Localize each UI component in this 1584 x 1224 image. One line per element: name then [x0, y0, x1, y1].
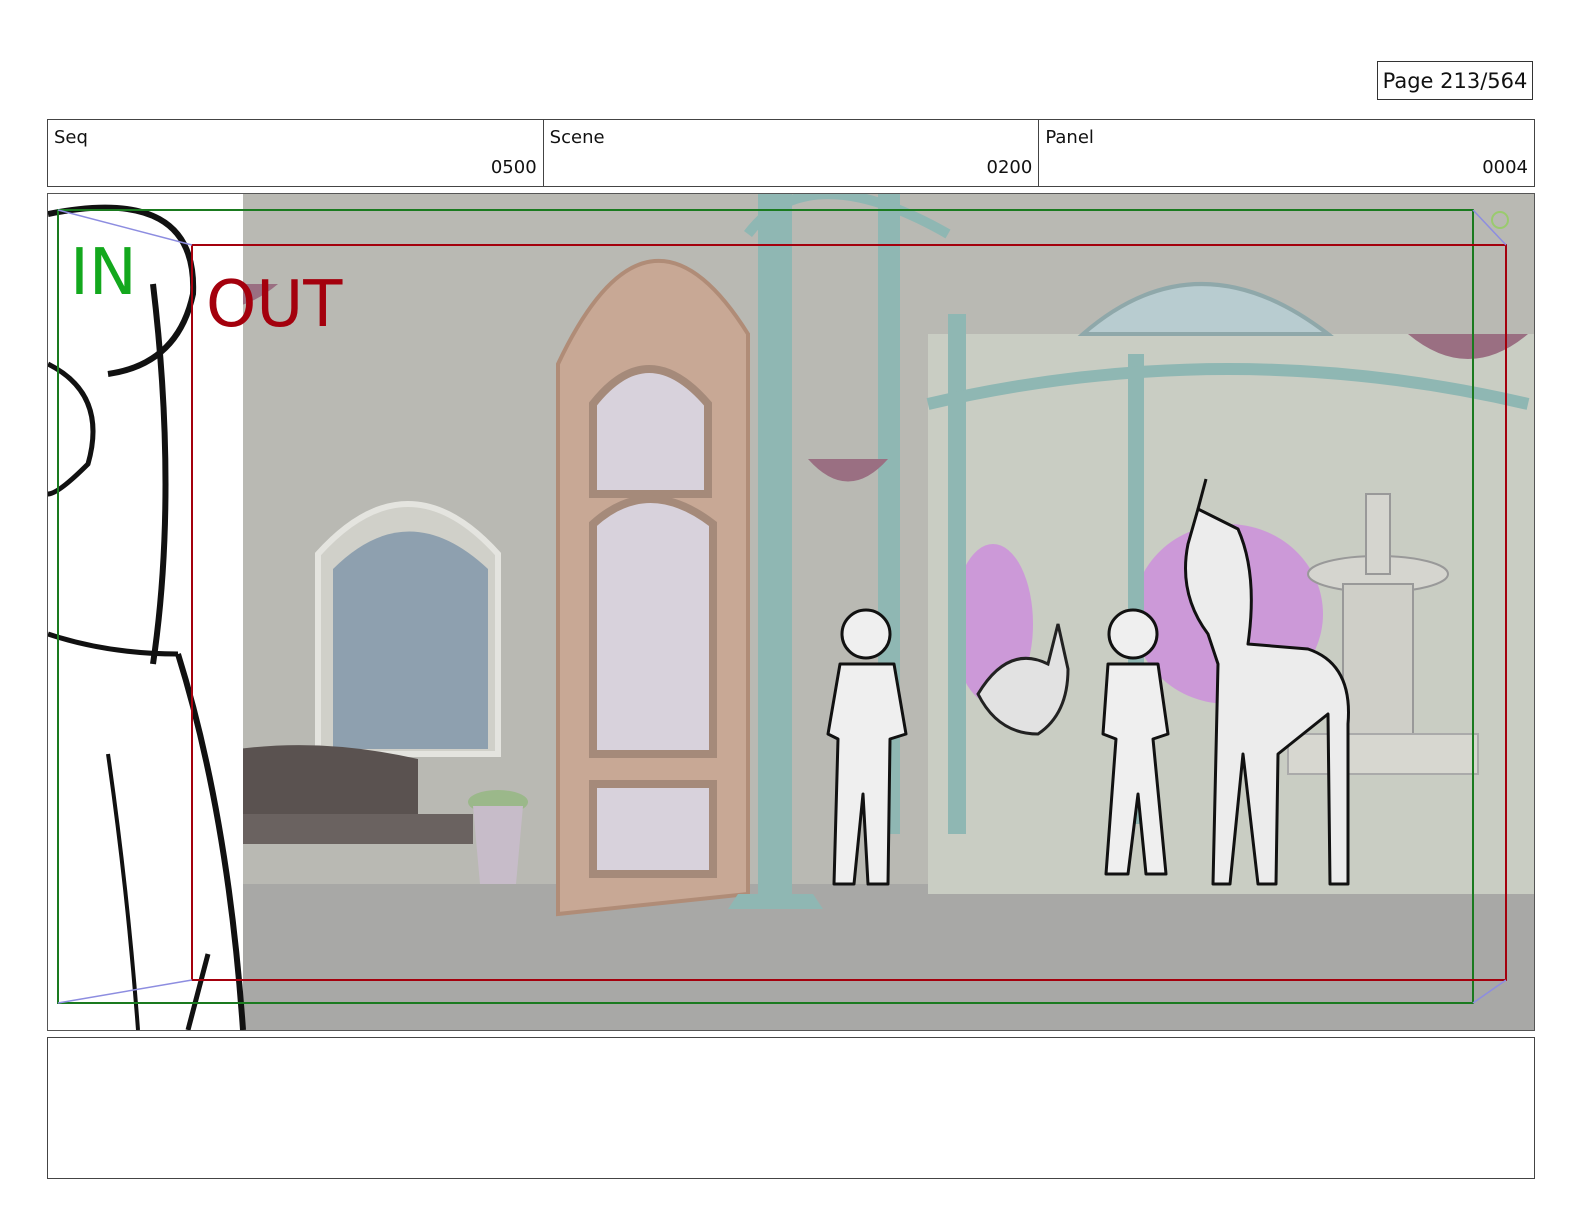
- scene-cell: Scene 0200: [544, 120, 1040, 186]
- scene-value: 0200: [986, 157, 1033, 178]
- scene-label: Scene: [549, 127, 605, 148]
- seq-cell: Seq 0500: [48, 120, 544, 186]
- panel-label: Panel: [1045, 127, 1094, 148]
- panel-cell: Panel 0004: [1039, 120, 1534, 186]
- caption-notes-box: [47, 1037, 1535, 1179]
- left-window-glass: [333, 531, 488, 749]
- out-label: OUT: [206, 268, 343, 342]
- page-number: Page 213/564: [1377, 61, 1533, 100]
- storyboard-panel: IN OUT: [47, 193, 1535, 1031]
- in-label: IN: [70, 236, 137, 310]
- seq-label: Seq: [54, 127, 88, 148]
- ornate-door: [556, 258, 750, 917]
- seq-value: 0500: [490, 157, 537, 178]
- panel-value: 0004: [1482, 157, 1529, 178]
- panel-info-header: Seq 0500 Scene 0200 Panel 0004: [47, 119, 1535, 187]
- planter-pot: [473, 806, 523, 884]
- storyboard-drawing: IN OUT: [48, 194, 1534, 1030]
